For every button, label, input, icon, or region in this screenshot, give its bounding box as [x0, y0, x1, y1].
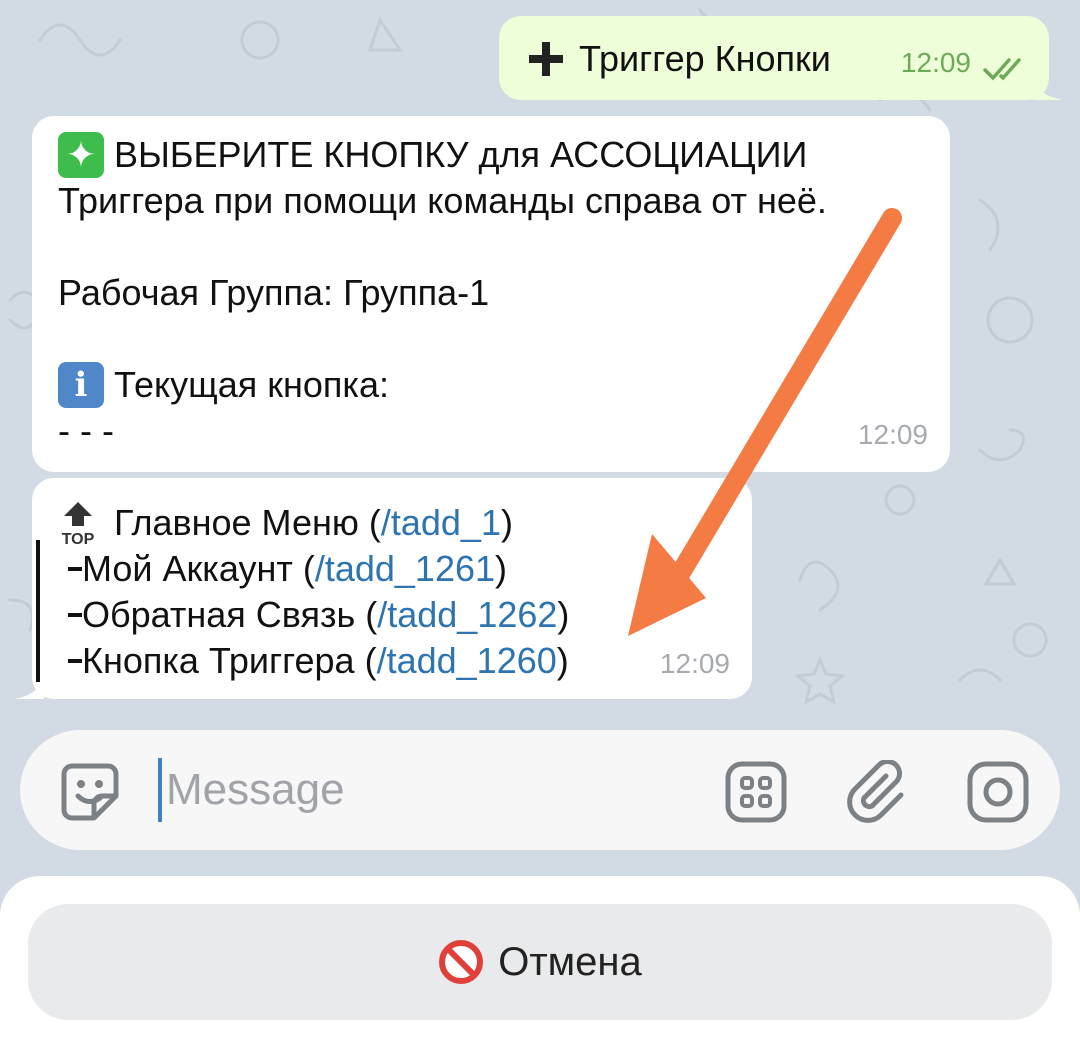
sparkle-emoji: ✦	[58, 132, 104, 178]
message-line: Рабочая Группа: Группа-1	[58, 270, 930, 316]
message-time: 12:09	[857, 419, 928, 450]
message-line: - - -	[58, 408, 930, 454]
message-time: 12:09	[659, 648, 730, 679]
tree-branch	[68, 659, 82, 663]
tree-label: Кнопка Триггера	[82, 640, 355, 681]
tree-label: Мой Аккаунт	[82, 548, 293, 589]
outgoing-message-text: Триггер Кнопки	[579, 38, 831, 79]
tree-row: TOP Главное Меню (/tadd_1)	[58, 500, 732, 546]
message-line: Триггера при помощи команды справа от не…	[58, 178, 930, 224]
outgoing-message[interactable]: Триггер Кнопки 12:09	[499, 16, 1063, 100]
tree-label: Обратная Связь	[82, 594, 356, 635]
tree-branch	[68, 567, 82, 571]
command-link[interactable]: /tadd_1261	[315, 546, 495, 592]
message-input[interactable]: Message	[166, 762, 345, 818]
bubble-tail	[1033, 76, 1063, 100]
command-link[interactable]: /tadd_1260	[377, 638, 557, 684]
info-emoji: i	[58, 362, 104, 408]
no-entry-emoji	[439, 940, 484, 984]
attach-icon[interactable]	[846, 760, 910, 824]
message-line-text: ВЫБЕРИТЕ КНОПКУ для АССОЦИАЦИИ	[114, 134, 808, 175]
tree-branch	[68, 613, 82, 617]
cancel-button[interactable]: Отмена	[28, 904, 1052, 1020]
tree-row: Кнопка Триггера (/tadd_1260)	[58, 638, 732, 684]
tree-row: Мой Аккаунт (/tadd_1261)	[58, 546, 732, 592]
message-line: ✦ ВЫБЕРИТЕ КНОПКУ для АССОЦИАЦИИ	[58, 132, 930, 178]
incoming-message[interactable]: ✦ ВЫБЕРИТЕ КНОПКУ для АССОЦИАЦИИ Триггер…	[32, 116, 950, 472]
message-line: i Текущая кнопка:	[58, 362, 930, 408]
text-cursor	[158, 758, 162, 822]
bot-menu-icon[interactable]	[724, 760, 788, 824]
work-group-text: Рабочая Группа: Группа-1	[58, 272, 490, 313]
plus-icon	[529, 42, 563, 76]
message-line-text: Триггера при помощи команды справа от не…	[58, 180, 827, 221]
current-button-value: - - -	[58, 410, 114, 451]
cancel-button-label: Отмена	[498, 939, 642, 984]
tree-trunk	[36, 540, 40, 682]
command-link[interactable]: /tadd_1262	[377, 592, 557, 638]
sticker-icon[interactable]	[58, 760, 122, 824]
message-composer: Message	[20, 730, 1060, 850]
tree-label: Главное Меню	[114, 502, 359, 543]
incoming-message-tree[interactable]: TOP Главное Меню (/tadd_1) Мой Аккаунт (…	[14, 478, 752, 699]
command-link[interactable]: /tadd_1	[381, 500, 501, 546]
read-check-icon	[983, 58, 1021, 81]
message-time: 12:09	[900, 47, 971, 78]
top-arrow-emoji: TOP	[62, 502, 95, 546]
svg-text:TOP: TOP	[62, 531, 95, 546]
camera-icon[interactable]	[966, 760, 1030, 824]
tree-row: Обратная Связь (/tadd_1262)	[58, 592, 732, 638]
current-button-label: Текущая кнопка:	[114, 364, 389, 405]
